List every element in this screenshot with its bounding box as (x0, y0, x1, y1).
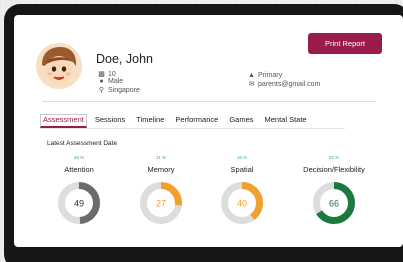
age-value: 10 (108, 70, 116, 78)
tab-timeline[interactable]: Timeline (133, 114, 167, 128)
tab-mental-state[interactable]: Mental State (262, 114, 310, 128)
age-row: ▩ 10 (98, 70, 116, 79)
metric-percent: 11 % (156, 155, 166, 160)
gauge-value: 66 (329, 199, 339, 209)
email-value: parents@gmail.com (258, 80, 321, 88)
grade-value: Primary (258, 72, 283, 79)
avatar-icon (36, 43, 82, 89)
gender-value: Male (108, 78, 124, 85)
metric-percent: 16 % (236, 155, 248, 160)
tab-underline (40, 128, 345, 129)
metric-percent: 49 % (73, 155, 85, 160)
metric-label: Attention (64, 165, 94, 174)
envelope-icon: ✉ (248, 81, 255, 88)
gauge-value: 40 (237, 199, 247, 209)
student-name: Doe, John (96, 52, 153, 66)
metric-percent: 53 % (328, 155, 340, 160)
gauge-value: 49 (74, 199, 84, 209)
people-icon: ▩ (98, 71, 105, 78)
gauge-value: 27 (156, 199, 166, 209)
location-row: ⚲ Singapore (98, 86, 140, 95)
avatar (36, 43, 82, 89)
tab-sessions[interactable]: Sessions (92, 114, 128, 128)
metric-memory: 11 % Memory 27 (121, 155, 201, 226)
assessment-date-title: Latest Assessment Date (47, 140, 118, 147)
location-pin-icon: ⚲ (98, 87, 105, 94)
print-report-button[interactable]: Print Report (308, 33, 382, 54)
gender-row: ● Male (98, 78, 123, 85)
header-divider (42, 101, 376, 102)
gauge-memory: 27 (140, 182, 182, 224)
tab-assessment[interactable]: Assessment (40, 114, 87, 128)
metric-attention: 49 % Attention 49 (39, 155, 119, 226)
tab-performance[interactable]: Performance (172, 114, 221, 128)
gauge-spatial: 40 (221, 182, 263, 224)
grade-row: ▲ Primary (248, 72, 282, 79)
metric-label: Decision/Flexibility (303, 165, 365, 174)
metric-spatial: 16 % Spatial 40 (202, 155, 282, 226)
metric-label: Memory (147, 165, 175, 174)
report-screen: Doe, John ▩ 10 ● Male ⚲ Singapore ▲ Prim… (14, 15, 403, 247)
location-value: Singapore (108, 86, 140, 94)
gauge-attention: 49 (58, 182, 100, 224)
tab-bar: Assessment Sessions Timeline Performance… (40, 114, 315, 128)
gender-icon: ● (99, 78, 104, 85)
email-row: ✉ parents@gmail.com (248, 80, 321, 89)
graduation-cap-icon: ▲ (248, 72, 255, 79)
metric-decision-flexibility: 53 % Decision/Flexibility 66 (294, 155, 374, 226)
gauge-decision-flexibility: 66 (313, 182, 355, 224)
tab-games[interactable]: Games (226, 114, 256, 128)
metric-label: Spatial (230, 165, 254, 174)
